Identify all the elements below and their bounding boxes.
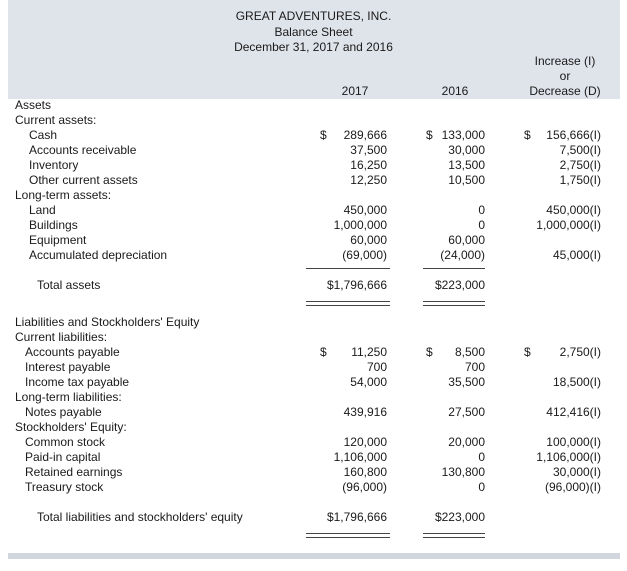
row-label-treasury-stock: Treasury stock xyxy=(25,480,104,494)
row-label-equipment: Equipment xyxy=(29,233,87,247)
value-2017: 450,000 xyxy=(343,203,387,217)
row-label-total-assets: Total assets xyxy=(37,278,101,292)
value-2016: 0 xyxy=(478,218,485,232)
row-label-buildings: Buildings xyxy=(29,218,78,232)
value-2017: 54,000 xyxy=(350,375,387,389)
row-label-accounts-receivable: Accounts receivable xyxy=(29,143,137,157)
row-label-total-liabilities-and-stockholders-equity: Total liabilities and stockholders' equi… xyxy=(37,510,243,524)
row-label-retained-earnings: Retained earnings xyxy=(25,465,123,479)
value-change: 412,416(I) xyxy=(546,405,601,419)
value-2016: 27,500 xyxy=(448,405,485,419)
row-label-current-liabilities: Current liabilities: xyxy=(15,330,108,344)
value-2017: (96,000) xyxy=(342,480,387,494)
row-label-liabilities-and-stockholders-equity: Liabilities and Stockholders' Equity xyxy=(15,315,200,329)
row-label-accumulated-depreciation: Accumulated depreciation xyxy=(29,248,168,262)
value-change: 100,000(I) xyxy=(546,435,601,449)
row-label-other-current-assets: Other current assets xyxy=(29,173,138,187)
underline-rule xyxy=(306,305,390,306)
row-label-long-term-liabilities: Long-term liabilities: xyxy=(15,390,122,404)
value-2016: 60,000 xyxy=(448,233,485,247)
value-2016: (24,000) xyxy=(440,248,485,262)
column-header-2017: 2017 xyxy=(341,84,369,98)
value-2016: 0 xyxy=(478,480,485,494)
value-2016: 0 xyxy=(478,450,485,464)
value-2017: (69,000) xyxy=(342,248,387,262)
underline-rule xyxy=(306,537,390,538)
value-2016: 130,800 xyxy=(441,465,485,479)
row-label-stockholders-equity: Stockholders' Equity: xyxy=(15,420,127,434)
value-2016: 35,500 xyxy=(448,375,485,389)
value-2016: $223,000 xyxy=(434,278,485,292)
value-change: 18,500(I) xyxy=(552,375,601,389)
value-change: 45,000(I) xyxy=(552,248,601,262)
statement-title: Balance Sheet xyxy=(274,25,353,39)
row-label-income-tax-payable: Income tax payable xyxy=(25,375,130,389)
underline-rule xyxy=(423,268,485,269)
value-2017: 60,000 xyxy=(350,233,387,247)
row-label-land: Land xyxy=(29,203,56,217)
value-2017: 439,916 xyxy=(343,405,387,419)
value-change: (96,000)(I) xyxy=(544,480,601,494)
value-change: 2,750(I) xyxy=(559,158,601,172)
value-2016: 13,500 xyxy=(448,158,485,172)
row-label-common-stock: Common stock xyxy=(25,435,106,449)
value-2016: 30,000 xyxy=(448,143,485,157)
value-change: 156,666(I) xyxy=(546,128,601,142)
value-2017: 37,500 xyxy=(350,143,387,157)
value-2017: $1,796,666 xyxy=(326,278,387,292)
value-2016: $223,000 xyxy=(434,510,485,524)
statement-dates: December 31, 2017 and 2016 xyxy=(234,40,393,54)
column-header-change-line2: or xyxy=(559,69,571,83)
value-2016: 133,000 xyxy=(441,128,485,142)
row-label-cash: Cash xyxy=(29,128,58,142)
row-label-current-assets: Current assets: xyxy=(15,113,97,127)
column-header-change-line3: Decrease (D) xyxy=(529,84,601,98)
value-2017: 289,666 xyxy=(343,128,387,142)
value-change: 30,000(I) xyxy=(552,465,601,479)
column-header-2016: 2016 xyxy=(441,84,469,98)
row-label-assets: Assets xyxy=(15,98,52,112)
value-2016: 20,000 xyxy=(448,435,485,449)
value-change: 2,750(I) xyxy=(559,345,601,359)
value-change: 7,500(I) xyxy=(559,143,601,157)
value-2016: 0 xyxy=(478,203,485,217)
column-header-change-line1: Increase (I) xyxy=(534,54,596,68)
row-label-notes-payable: Notes payable xyxy=(25,405,102,419)
value-2017: 11,250 xyxy=(351,345,387,359)
value-2017: 120,000 xyxy=(343,435,387,449)
underline-rule xyxy=(423,537,485,538)
value-change: 1,750(I) xyxy=(559,173,601,187)
balance-sheet: GREAT ADVENTURES, INC. Balance Sheet Dec… xyxy=(0,0,627,571)
footer-bar xyxy=(8,553,620,559)
value-2016: 8,500 xyxy=(454,345,485,359)
underline-rule xyxy=(423,301,485,302)
underline-rule xyxy=(423,305,485,306)
value-2017: 1,106,000 xyxy=(333,450,387,464)
value-2017: 12,250 xyxy=(350,173,387,187)
value-2017: 16,250 xyxy=(350,158,387,172)
value-2017: 700 xyxy=(366,360,387,374)
value-change: 1,106,000(I) xyxy=(536,450,601,464)
value-2017: 160,800 xyxy=(343,465,387,479)
underline-rule xyxy=(306,301,390,302)
value-2016: 10,500 xyxy=(448,173,485,187)
row-label-interest-payable: Interest payable xyxy=(25,360,111,374)
company-name: GREAT ADVENTURES, INC. xyxy=(235,9,392,23)
value-2017: 1,000,000 xyxy=(333,218,387,232)
underline-rule xyxy=(423,533,485,534)
value-2017: $1,796,666 xyxy=(326,510,387,524)
value-change: 450,000(I) xyxy=(546,203,601,217)
row-label-accounts-payable: Accounts payable xyxy=(25,345,120,359)
row-label-long-term-assets: Long-term assets: xyxy=(15,188,112,202)
underline-rule xyxy=(306,533,390,534)
value-change: 1,000,000(I) xyxy=(536,218,601,232)
row-label-paid-in-capital: Paid-in capital xyxy=(25,450,101,464)
row-label-inventory: Inventory xyxy=(29,158,79,172)
value-2016: 700 xyxy=(464,360,485,374)
underline-rule xyxy=(306,268,390,269)
